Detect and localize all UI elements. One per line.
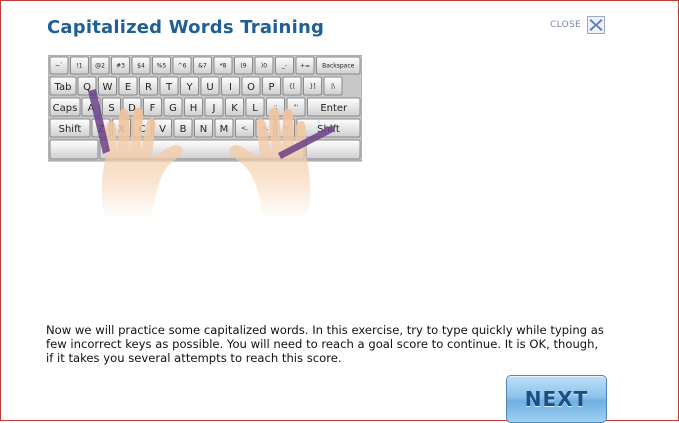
key-num-6: ^6 [172, 56, 192, 75]
close-button[interactable]: CLOSE [550, 16, 605, 34]
key-top-7: I [221, 76, 240, 96]
key-tab: Tab [49, 76, 77, 96]
key-top-8: O [241, 76, 261, 96]
key-top-9: P [262, 76, 281, 96]
key-top-9-label: P [268, 82, 274, 93]
key-shift-left: Shift [49, 118, 91, 138]
key-num-5: %5 [152, 56, 171, 75]
key-num-9: (9 [234, 56, 253, 75]
key-top-6: U [200, 76, 220, 96]
instruction-text: Now we will practice some capitalized wo… [46, 323, 604, 365]
key-ctrl-left [49, 139, 99, 160]
key-home-4: G [163, 97, 183, 117]
next-button[interactable]: NEXT [506, 375, 607, 423]
key-num-0: ~` [49, 56, 69, 75]
key-tab-label: Tab [54, 82, 72, 93]
key-num-7: &7 [193, 56, 212, 75]
key-bottom-6: M [214, 118, 234, 138]
key-num-5-label: %5 [157, 63, 167, 70]
key-home-5-label: H [190, 103, 198, 114]
key-num-8: *8 [213, 56, 233, 75]
key-caps: Caps [49, 97, 81, 117]
key-home-1: S [102, 97, 121, 117]
key-bottom-4-label: B [180, 124, 187, 135]
key-home-6-label: J [212, 103, 216, 114]
key-home-7-label: K [231, 103, 238, 114]
key-home-3-label: F [150, 103, 156, 114]
key-top-7-label: I [229, 82, 232, 93]
key-bottom-3: V [153, 118, 172, 138]
key-num-2-label: @2 [95, 63, 105, 70]
key-num-6-label: ^6 [178, 63, 187, 70]
key-top-10-label: {[ [289, 83, 295, 90]
key-bottom-3-label: V [159, 124, 166, 135]
key-bottom-6-label: M [220, 124, 229, 135]
key-top-10: {[ [282, 76, 302, 96]
key-num-2: @2 [90, 56, 110, 75]
next-label: NEXT [524, 387, 589, 411]
key-enter: Enter [307, 97, 361, 117]
key-enter-label: Enter [320, 103, 348, 114]
key-num-12: += [295, 56, 315, 75]
key-top-1-label: W [103, 82, 113, 93]
close-icon [586, 16, 605, 34]
key-top-4-label: T [165, 82, 173, 93]
key-home-4-label: G [169, 103, 177, 114]
key-home-10-label: "' [294, 104, 299, 111]
key-home-3: F [143, 97, 162, 117]
key-top-5-label: Y [185, 82, 193, 93]
key-top-12: |\ [323, 76, 343, 96]
key-num-10-label: )0 [261, 63, 267, 70]
key-home-5: H [184, 97, 203, 117]
key-backspace: Backspace [316, 56, 361, 75]
key-top-1: W [98, 76, 117, 96]
key-top-6-label: U [206, 82, 213, 93]
key-num-8-label: *8 [220, 63, 227, 70]
key-caps-label: Caps [53, 103, 78, 114]
key-num-9-label: (9 [240, 63, 246, 70]
key-top-3-label: R [145, 82, 152, 93]
key-shift-left-label: Shift [59, 124, 82, 135]
key-top-5: Y [180, 76, 199, 96]
key-num-4-label: $4 [137, 63, 145, 70]
key-bottom-5: N [194, 118, 213, 138]
key-home-1-label: S [108, 103, 114, 114]
key-ctrl-right [305, 139, 361, 160]
page-title: Capitalized Words Training [47, 17, 325, 38]
key-bottom-4: B [173, 118, 193, 138]
key-bottom-7: <, [235, 118, 254, 138]
key-num-4: $4 [131, 56, 151, 75]
key-backspace-label: Backspace [322, 63, 354, 70]
key-top-2: E [118, 76, 138, 96]
key-top-8-label: O [247, 82, 255, 93]
key-num-7-label: &7 [198, 63, 207, 70]
key-num-12-label: += [300, 63, 310, 70]
key-top-11: }] [303, 76, 322, 96]
key-top-4: T [159, 76, 179, 96]
key-top-11-label: }] [309, 83, 315, 90]
key-num-1: !1 [70, 56, 89, 75]
keyboard-illustration: ~` !1 @2 #3 $4 %5 ^6 &7 *8 (9)0 _- += BackspaceTab Q W… [48, 55, 362, 215]
key-top-3: R [139, 76, 158, 96]
key-num-10: )0 [254, 56, 274, 75]
key-num-11: _- [275, 56, 294, 75]
key-home-6: J [204, 97, 224, 117]
key-bottom-5-label: N [200, 124, 207, 135]
dialog-frame: Capitalized Words Training CLOSE ~` !1 @2 #… [0, 0, 679, 423]
key-top-2-label: E [125, 82, 131, 93]
key-num-0-label: ~` [55, 63, 63, 70]
key-num-3-label: #3 [116, 63, 125, 70]
key-num-3: #3 [111, 56, 130, 75]
key-home-8: L [245, 97, 265, 117]
key-num-11-label: _- [281, 63, 287, 70]
key-home-7: K [225, 97, 244, 117]
key-home-8-label: L [252, 103, 258, 114]
key-bottom-7-label: <, [241, 125, 248, 132]
close-label: CLOSE [550, 20, 581, 30]
key-num-1-label: !1 [76, 63, 82, 70]
